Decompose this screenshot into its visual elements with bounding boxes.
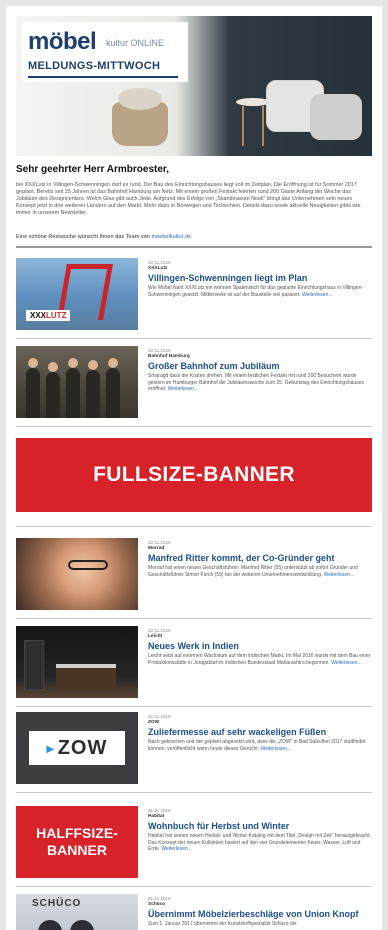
person-illustration — [86, 360, 100, 418]
newsletter-page: möbel kultur ONLINE MELDUNGS-MITTWOCH Se… — [6, 6, 382, 930]
article-category: XXXLutz — [148, 266, 168, 271]
read-more-link[interactable]: Weiterlesen... — [324, 572, 354, 578]
article-text: 21.11.2016 Habitat Wohnbuch für Herbst u… — [148, 808, 372, 853]
article-category: Bahnhof Hamburg — [148, 354, 190, 359]
fullsize-banner-label: FULLSIZE-BANNER — [93, 463, 295, 486]
person-illustration — [66, 358, 80, 418]
read-more-link[interactable]: Weiterlesen... — [331, 660, 361, 666]
article-teaser: Zum 1. Januar 2017 übernimmt der Kunstst… — [148, 921, 297, 927]
article-text: 22.11.2016 Leicht Neues Werk in Indien L… — [148, 628, 372, 666]
article-text: 22.11.2016 XXXLutz Villingen-Schwenninge… — [148, 260, 372, 298]
article-text: 22.11.2016 Morrad Manfred Ritter kommt, … — [148, 540, 372, 578]
person-illustration — [38, 920, 62, 930]
zow-mark-icon: ▸ — [46, 739, 54, 756]
stool-legs-illustration — [242, 106, 264, 146]
article-thumbnail[interactable]: SCHÜCO — [16, 894, 138, 930]
article-item[interactable]: 22.11.2016 Morrad Manfred Ritter kommt, … — [16, 538, 372, 610]
divider — [16, 526, 372, 527]
article-category: Habitat — [148, 814, 165, 819]
cabinet-illustration — [24, 640, 44, 690]
signoff: Eine schöne Restwoche wünscht Ihnen das … — [16, 234, 191, 240]
greeting: Sehr geehrter Herr Armbroester, — [16, 164, 170, 175]
article-text: 22.11.2016 Bahnhof Hamburg Großer Bahnho… — [148, 348, 372, 393]
divider — [16, 426, 372, 427]
divider — [16, 706, 372, 707]
intro-text: bei XXXLutz in Villingen-Schwenningen da… — [16, 182, 361, 216]
signoff-link[interactable]: moebelkultur.de — [151, 234, 191, 240]
halfsize-banner[interactable]: HALFFSIZE- BANNER — [16, 806, 138, 878]
article-thumbnail[interactable]: XXXLUTZ — [16, 258, 138, 330]
read-more-link[interactable]: Weiterlesen... — [302, 292, 332, 298]
divider — [16, 886, 372, 887]
article-teaser: Nach gebrochen und der geplant abgesetzt… — [148, 739, 366, 752]
glasses-illustration — [68, 560, 108, 570]
pillow-illustration-2 — [310, 94, 362, 140]
article-item[interactable]: 22.11.2016 Bahnhof Hamburg Großer Bahnho… — [16, 346, 372, 418]
halfsize-banner-label: HALFFSIZE- BANNER — [36, 825, 118, 858]
logo-main: möbel — [28, 28, 97, 55]
article-teaser: Leicht setzt auf externen Wachstum auf d… — [148, 653, 371, 666]
person-illustration — [46, 362, 60, 418]
article-text: 22.11.2016 ZOW Zuliefermesse auf sehr wa… — [148, 714, 372, 752]
article-item[interactable]: XXXLUTZ 22.11.2016 XXXLutz Villingen-Sch… — [16, 258, 372, 330]
logo-rule — [28, 76, 178, 78]
article-category: ZOW — [148, 720, 160, 725]
zow-wordmark: ZOW — [57, 736, 108, 759]
article-item[interactable]: 22.11.2016 Leicht Neues Werk in Indien L… — [16, 626, 372, 698]
stool-top-illustration — [236, 98, 270, 106]
person-illustration — [106, 358, 120, 418]
article-title[interactable]: Neues Werk in Indien — [148, 641, 372, 652]
article-title[interactable]: Villingen-Schwenningen liegt im Plan — [148, 273, 372, 284]
article-teaser: Smaragd dass die Kosten drehen. Mit eine… — [148, 373, 364, 392]
zow-logo: ▸ ZOW — [29, 731, 125, 765]
read-more-link[interactable]: Weiterlesen... — [168, 386, 198, 392]
article-category: Leicht — [148, 634, 163, 639]
xxxlutz-logo: XXXLUTZ — [26, 310, 71, 321]
vase-illustration — [112, 88, 168, 146]
kitchen-counter-illustration — [56, 664, 116, 690]
article-thumbnail[interactable]: ▸ ZOW — [16, 712, 138, 784]
schueco-logo: SCHÜCO — [32, 898, 82, 909]
article-item[interactable]: SCHÜCO 21.11.2016 Schüco Übernimmt Möbel… — [16, 894, 372, 930]
read-more-link[interactable]: Weiterlesen... — [260, 746, 290, 752]
article-category: Morrad — [148, 546, 165, 551]
article-item[interactable]: HALFFSIZE- BANNER 21.11.2016 Habitat Wohn… — [16, 806, 372, 878]
person-illustration — [26, 358, 40, 418]
article-title[interactable]: Wohnbuch für Herbst und Winter — [148, 821, 372, 832]
article-title[interactable]: Manfred Ritter kommt, der Co-Gründer geh… — [148, 553, 372, 564]
hero-header-image: möbel kultur ONLINE MELDUNGS-MITTWOCH — [16, 16, 372, 156]
read-more-link[interactable]: Weiterlesen... — [161, 846, 191, 852]
article-teaser: Wie Möbel Naht XXXLutz ein wohnen Spaten… — [148, 285, 364, 298]
divider — [16, 246, 372, 248]
article-teaser: Morrad hat einen neuen Geschäftsführer: … — [148, 565, 358, 578]
article-category: Schüco — [148, 902, 166, 907]
logo-sub: kultur ONLINE — [106, 38, 165, 48]
signoff-text: Eine schöne Restwoche wünscht Ihnen das … — [16, 234, 150, 240]
fullsize-banner[interactable]: FULLSIZE-BANNER — [16, 438, 372, 512]
divider — [16, 618, 372, 619]
article-thumbnail[interactable] — [16, 626, 138, 698]
article-text: 21.11.2016 Schüco Übernimmt Möbelzierbes… — [148, 896, 372, 928]
article-thumbnail[interactable] — [16, 346, 138, 418]
divider — [16, 792, 372, 793]
article-title[interactable]: Großer Bahnhof zum Jubiläum — [148, 361, 372, 372]
person-illustration — [70, 920, 94, 930]
article-thumbnail[interactable] — [16, 538, 138, 610]
article-item[interactable]: ▸ ZOW 22.11.2016 ZOW Zuliefermesse auf s… — [16, 712, 372, 784]
divider — [16, 338, 372, 339]
brand-logo[interactable]: möbel kultur ONLINE MELDUNGS-MITTWOCH — [22, 22, 188, 82]
newsletter-name: MELDUNGS-MITTWOCH — [28, 60, 161, 72]
article-title[interactable]: Zuliefermesse auf sehr wackeligen Füßen — [148, 727, 372, 738]
article-title[interactable]: Übernimmt Möbelzierbeschläge von Union K… — [148, 909, 372, 920]
article-teaser: Habitat hat seinen neuen Herbst- und Win… — [148, 833, 371, 852]
